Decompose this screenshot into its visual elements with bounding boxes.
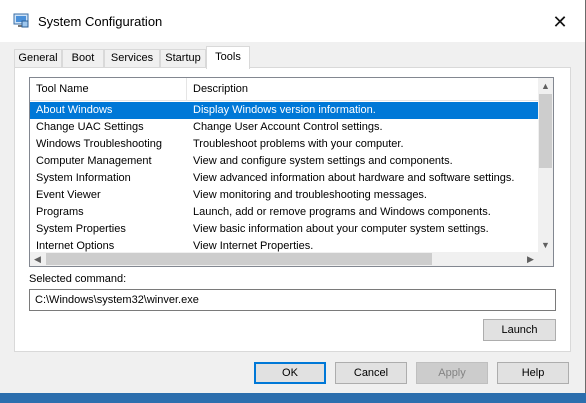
table-row[interactable]: Windows Troubleshooting Troubleshoot prob… bbox=[30, 136, 538, 153]
vertical-scroll-thumb[interactable] bbox=[539, 94, 552, 168]
tool-name-cell: Change UAC Settings bbox=[36, 121, 144, 133]
table-row[interactable]: About Windows Display Windows version inf… bbox=[30, 102, 538, 119]
scroll-right-icon[interactable]: ▶ bbox=[523, 252, 538, 266]
description-cell: Display Windows version information. bbox=[193, 104, 376, 116]
system-configuration-window: System Configuration ✕ General Boot Serv… bbox=[0, 0, 586, 393]
tools-panel: Tool Name Description About Windows Displ… bbox=[14, 67, 571, 352]
selected-command-field[interactable]: C:\Windows\system32\winver.exe bbox=[29, 289, 556, 311]
tools-list-rows: About Windows Display Windows version inf… bbox=[30, 102, 538, 252]
close-button[interactable]: ✕ bbox=[540, 8, 580, 36]
tab-services[interactable]: Services bbox=[104, 49, 160, 68]
ok-button[interactable]: OK bbox=[254, 362, 326, 384]
tab-startup[interactable]: Startup bbox=[160, 49, 206, 68]
apply-button[interactable]: Apply bbox=[416, 362, 488, 384]
tool-name-cell: Internet Options bbox=[36, 240, 115, 252]
table-row[interactable]: Event Viewer View monitoring and troubles… bbox=[30, 187, 538, 204]
description-cell: View advanced information about hardware… bbox=[193, 172, 515, 184]
selected-command-label: Selected command: bbox=[29, 273, 127, 285]
tab-tools[interactable]: Tools bbox=[206, 46, 250, 69]
description-cell: Launch, add or remove programs and Windo… bbox=[193, 206, 491, 218]
tool-name-cell: Windows Troubleshooting bbox=[36, 138, 162, 150]
description-cell: View monitoring and troubleshooting mess… bbox=[193, 189, 427, 201]
window-title: System Configuration bbox=[38, 14, 163, 29]
column-header-description[interactable]: Description bbox=[187, 78, 538, 100]
cancel-button[interactable]: Cancel bbox=[335, 362, 407, 384]
tool-name-cell: Event Viewer bbox=[36, 189, 101, 201]
column-header-tool-name[interactable]: Tool Name bbox=[30, 78, 187, 100]
close-icon: ✕ bbox=[552, 11, 568, 32]
table-row[interactable]: System Properties View basic information … bbox=[30, 221, 538, 238]
description-cell: View basic information about your comput… bbox=[193, 223, 489, 235]
tab-boot[interactable]: Boot bbox=[62, 49, 104, 68]
tab-general[interactable]: General bbox=[14, 49, 62, 68]
table-row[interactable]: Internet Options View Internet Properties… bbox=[30, 238, 538, 252]
description-cell: Change User Account Control settings. bbox=[193, 121, 383, 133]
description-cell: View Internet Properties. bbox=[193, 240, 314, 252]
scrollbar-corner bbox=[538, 252, 553, 266]
scroll-up-icon[interactable]: ▲ bbox=[538, 78, 553, 93]
description-cell: Troubleshoot problems with your computer… bbox=[193, 138, 404, 150]
title-bar: System Configuration ✕ bbox=[0, 0, 585, 42]
description-cell: View and configure system settings and c… bbox=[193, 155, 453, 167]
tool-name-cell: System Properties bbox=[36, 223, 126, 235]
tools-list-header: Tool Name Description bbox=[30, 78, 538, 101]
tools-list[interactable]: Tool Name Description About Windows Displ… bbox=[29, 77, 554, 267]
table-row[interactable]: Programs Launch, add or remove programs a… bbox=[30, 204, 538, 221]
table-row[interactable]: Change UAC Settings Change User Account C… bbox=[30, 119, 538, 136]
scroll-down-icon[interactable]: ▼ bbox=[538, 237, 553, 252]
table-row[interactable]: Computer Management View and configure sy… bbox=[30, 153, 538, 170]
horizontal-scroll-thumb[interactable] bbox=[46, 253, 432, 265]
table-row[interactable]: System Information View advanced informat… bbox=[30, 170, 538, 187]
tool-name-cell: Computer Management bbox=[36, 155, 152, 167]
vertical-scrollbar[interactable]: ▲ ▼ bbox=[538, 78, 553, 252]
horizontal-scrollbar[interactable]: ◀ ▶ bbox=[30, 252, 538, 266]
tool-name-cell: About Windows bbox=[36, 104, 113, 116]
launch-button[interactable]: Launch bbox=[483, 319, 556, 341]
help-button[interactable]: Help bbox=[497, 362, 569, 384]
tool-name-cell: Programs bbox=[36, 206, 84, 218]
msconfig-icon bbox=[13, 13, 29, 28]
tool-name-cell: System Information bbox=[36, 172, 131, 184]
scroll-left-icon[interactable]: ◀ bbox=[30, 252, 45, 266]
